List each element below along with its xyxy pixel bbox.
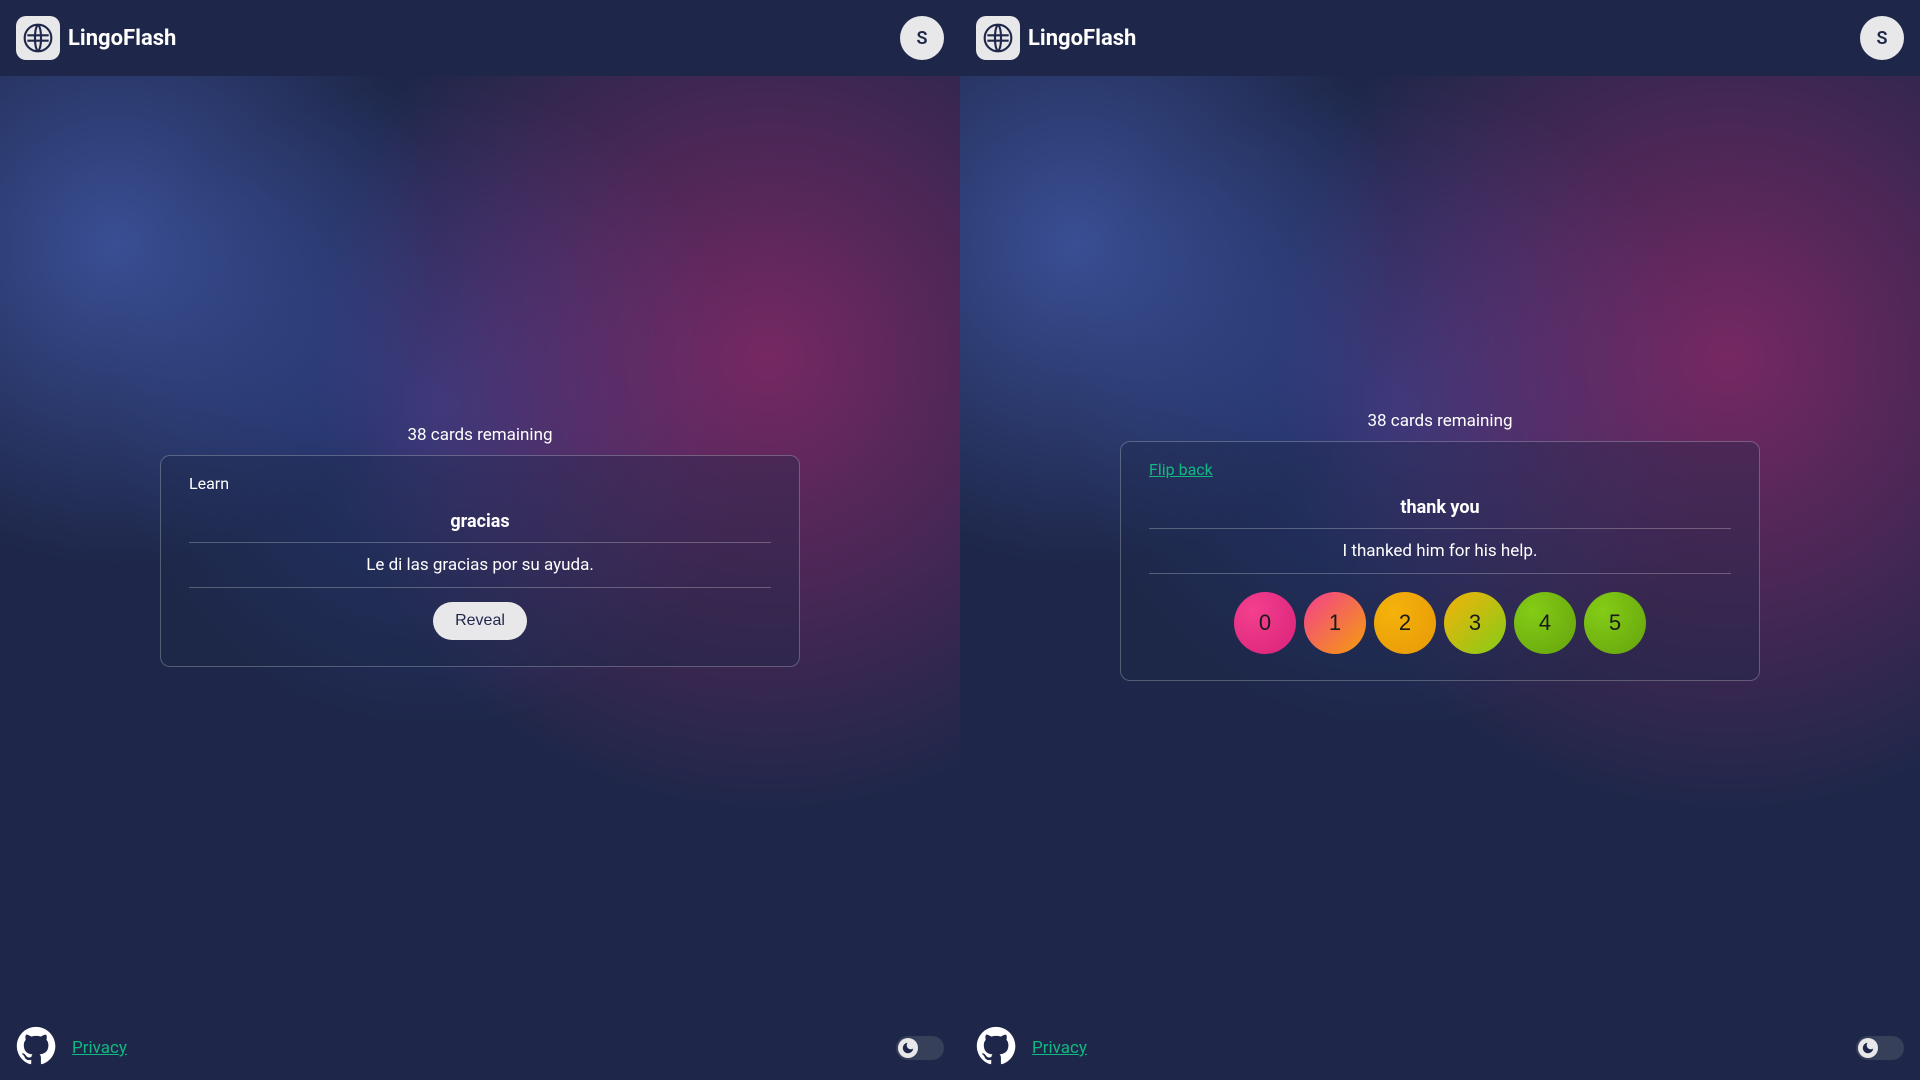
- privacy-link[interactable]: Privacy: [72, 1038, 127, 1058]
- cards-remaining: 38 cards remaining: [407, 425, 552, 445]
- theme-toggle[interactable]: [1856, 1036, 1904, 1060]
- card-mode-label: Learn: [189, 474, 771, 493]
- privacy-link[interactable]: Privacy: [1032, 1038, 1087, 1058]
- main: 38 cards remaining Flip back thank you I…: [960, 76, 1920, 1016]
- divider: [189, 587, 771, 588]
- github-icon[interactable]: [16, 1026, 56, 1070]
- card-word: gracias: [189, 511, 771, 542]
- reveal-button[interactable]: Reveal: [433, 602, 527, 640]
- card-sentence: Le di las gracias por su ayuda.: [189, 543, 771, 587]
- avatar[interactable]: S: [1860, 16, 1904, 60]
- card-sentence: I thanked him for his help.: [1149, 529, 1731, 573]
- flip-back-link[interactable]: Flip back: [1149, 460, 1213, 479]
- rating-row: 0 1 2 3 4 5: [1149, 592, 1731, 654]
- logo[interactable]: LingoFlash: [16, 16, 176, 60]
- moon-icon: [1858, 1038, 1878, 1058]
- main: 38 cards remaining Learn gracias Le di l…: [0, 76, 960, 1016]
- logo-icon: [16, 16, 60, 60]
- footer: Privacy: [960, 1016, 1920, 1080]
- rating-1-button[interactable]: 1: [1304, 592, 1366, 654]
- moon-icon: [898, 1038, 918, 1058]
- logo-text: LingoFlash: [1028, 26, 1136, 51]
- header: LingoFlash S: [960, 0, 1920, 76]
- rating-4-button[interactable]: 4: [1514, 592, 1576, 654]
- logo[interactable]: LingoFlash: [976, 16, 1136, 60]
- theme-toggle[interactable]: [896, 1036, 944, 1060]
- logo-text: LingoFlash: [68, 26, 176, 51]
- header: LingoFlash S: [0, 0, 960, 76]
- card-word: thank you: [1149, 497, 1731, 528]
- rating-5-button[interactable]: 5: [1584, 592, 1646, 654]
- rating-0-button[interactable]: 0: [1234, 592, 1296, 654]
- flashcard-back: Flip back thank you I thanked him for hi…: [1120, 441, 1760, 681]
- logo-icon: [976, 16, 1020, 60]
- avatar[interactable]: S: [900, 16, 944, 60]
- footer: Privacy: [0, 1016, 960, 1080]
- rating-3-button[interactable]: 3: [1444, 592, 1506, 654]
- github-icon[interactable]: [976, 1026, 1016, 1070]
- flashcard-front: Learn gracias Le di las gracias por su a…: [160, 455, 800, 667]
- divider: [1149, 573, 1731, 574]
- cards-remaining: 38 cards remaining: [1367, 411, 1512, 431]
- rating-2-button[interactable]: 2: [1374, 592, 1436, 654]
